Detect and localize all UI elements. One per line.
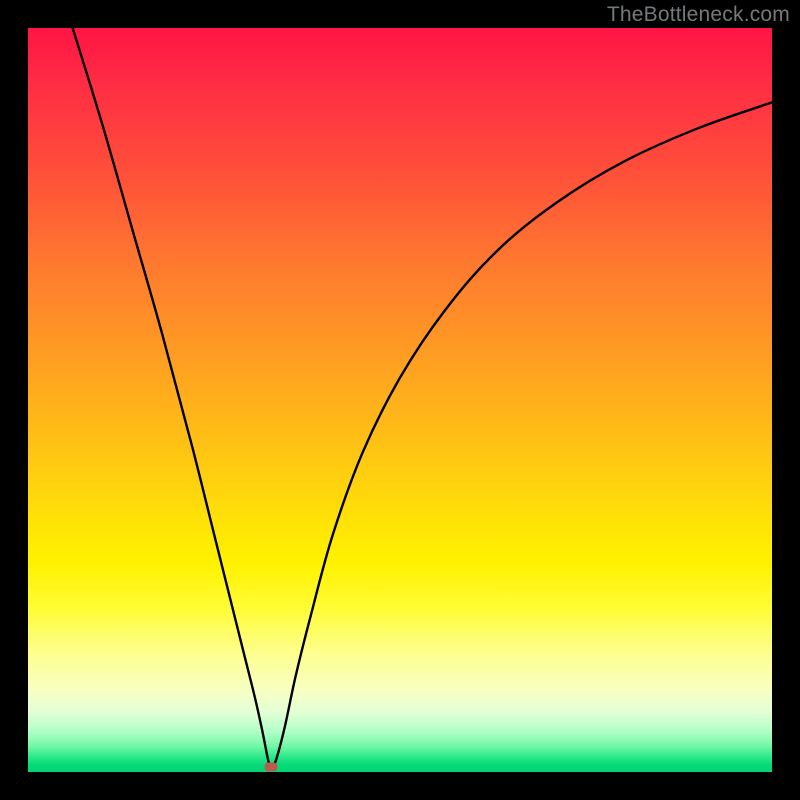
data-marker [265, 762, 278, 771]
watermark-text: TheBottleneck.com [607, 3, 790, 27]
chart-frame: TheBottleneck.com [0, 0, 800, 800]
curve-svg [28, 28, 772, 772]
bottleneck-curve [73, 28, 772, 768]
plot-area [28, 28, 772, 772]
